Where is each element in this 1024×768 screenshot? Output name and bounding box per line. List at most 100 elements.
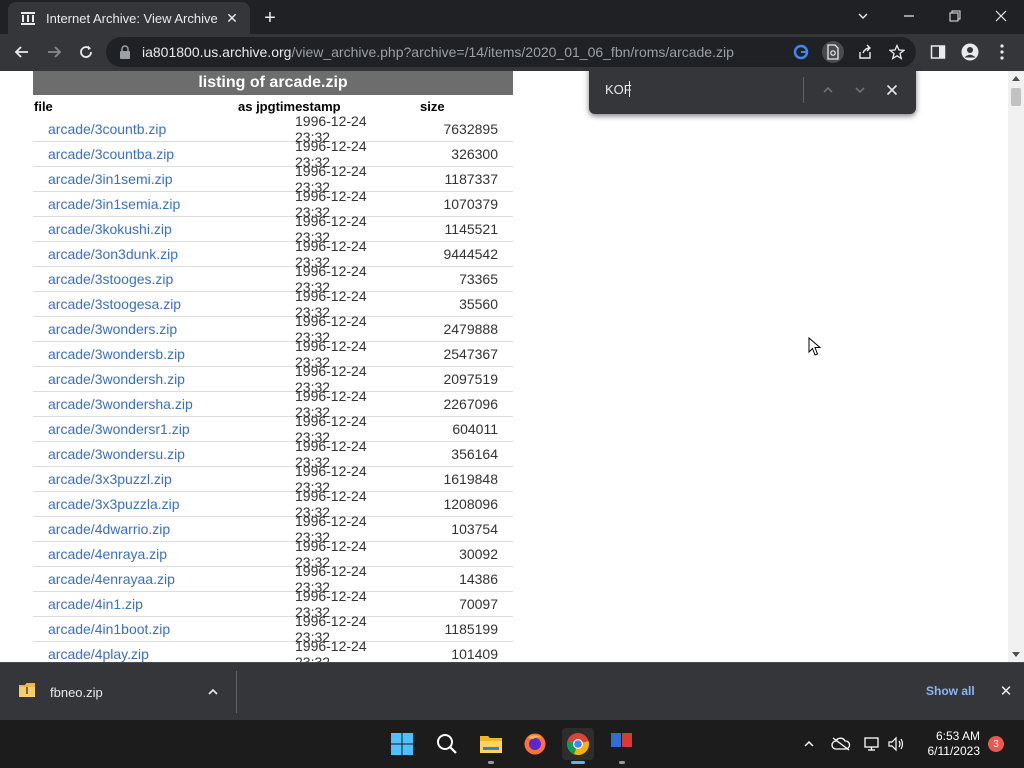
restore-button[interactable] (932, 0, 978, 32)
onedrive-offline-icon[interactable] (831, 734, 851, 754)
active-indicator (571, 761, 585, 764)
archive-listing-table: listing of arcade.zip file as jpgtimesta… (33, 71, 513, 662)
system-clock[interactable]: 6:53 AM 6/11/2023 (916, 729, 981, 759)
table-body: arcade/3countb.zip 1996-12-24 23:32 763289… (33, 113, 513, 662)
table-row: arcade/3stoogesa.zip 1996-12-24 23:32 3556… (33, 288, 513, 320)
menu-kebab-icon[interactable] (990, 40, 1014, 64)
table-row: arcade/4in1boot.zip 1996-12-24 23:32 11851… (33, 613, 513, 645)
download-item[interactable]: fbneo.zip (18, 682, 103, 703)
firefox-icon[interactable] (519, 728, 551, 760)
file-link[interactable]: arcade/3wondersu.zip (33, 446, 295, 462)
profile-avatar-icon[interactable] (958, 40, 982, 64)
file-link[interactable]: arcade/3kokushi.zip (33, 221, 295, 237)
file-link[interactable]: arcade/4dwarrio.zip (33, 521, 295, 537)
forward-button[interactable] (40, 38, 68, 66)
file-link[interactable]: arcade/3wonders.zip (33, 321, 295, 337)
tab-search-icon[interactable] (840, 0, 886, 32)
table-row: arcade/3wondersr1.zip 1996-12-24 23:32 604… (33, 413, 513, 445)
shelf-divider (236, 671, 237, 713)
download-file-name: fbneo.zip (50, 685, 103, 700)
find-bar: KOF (589, 67, 916, 114)
file-link[interactable]: arcade/4in1.zip (33, 596, 295, 612)
volume-icon[interactable] (886, 734, 906, 754)
file-explorer-icon[interactable] (475, 728, 507, 764)
table-row: arcade/3in1semi.zip 1996-12-24 23:32 11873… (33, 163, 513, 195)
reload-button[interactable] (72, 38, 100, 66)
size-cell: 1619848 (443, 471, 498, 487)
file-link[interactable]: arcade/3on3dunk.zip (33, 246, 295, 262)
windows-taskbar: 6:53 AM 6/11/2023 3 (0, 720, 1024, 768)
size-cell: 14386 (459, 571, 498, 587)
bookmark-star-icon[interactable] (886, 41, 908, 63)
close-window-button[interactable] (978, 0, 1024, 32)
file-link[interactable]: arcade/4enraya.zip (33, 546, 295, 562)
back-button[interactable] (8, 38, 36, 66)
scroll-up-arrow-icon[interactable] (1012, 76, 1020, 81)
windows-start-icon[interactable] (386, 728, 418, 760)
minimize-button[interactable] (886, 0, 932, 32)
close-icon (886, 84, 898, 96)
scroll-down-arrow-icon[interactable] (1012, 652, 1020, 657)
file-link[interactable]: arcade/3x3puzzl.zip (33, 471, 295, 487)
table-row: arcade/3wondersha.zip 1996-12-24 23:32 226… (33, 388, 513, 420)
find-in-page-icon[interactable] (822, 41, 844, 63)
file-link[interactable]: arcade/4enrayaa.zip (33, 571, 295, 587)
table-row: arcade/3x3puzzl.zip 1996-12-24 23:32 16198… (33, 463, 513, 495)
find-previous-button[interactable] (817, 79, 839, 101)
file-link[interactable]: arcade/3stooges.zip (33, 271, 295, 287)
clock-date: 6/11/2023 (927, 744, 981, 758)
show-all-downloads-link[interactable]: Show all (926, 684, 975, 698)
notification-badge[interactable]: 3 (988, 736, 1004, 752)
find-input[interactable]: KOF (605, 82, 632, 97)
browser-tab[interactable]: Internet Archive: View Archive ✕ (8, 2, 250, 34)
size-cell: 2267096 (443, 396, 498, 412)
search-icon[interactable] (431, 728, 463, 760)
download-shelf: fbneo.zip Show all ✕ (0, 662, 1024, 720)
size-cell: 1145521 (444, 221, 498, 237)
file-link[interactable]: arcade/3wondersh.zip (33, 371, 295, 387)
show-hidden-icons-chevron-icon[interactable] (799, 734, 819, 754)
address-bar[interactable]: ia801800.us.archive.org/view_archive.php… (106, 37, 916, 67)
scrollbar-thumb[interactable] (1011, 88, 1021, 106)
size-cell: 2097519 (443, 371, 498, 387)
file-link[interactable]: arcade/3countba.zip (33, 146, 295, 162)
size-cell: 326300 (451, 146, 498, 162)
archive-favicon-icon (20, 10, 36, 26)
file-link[interactable]: arcade/4play.zip (33, 646, 295, 662)
download-options-button[interactable] (204, 683, 222, 701)
table-row: arcade/4enrayaa.zip 1996-12-24 23:32 14386 (33, 563, 513, 595)
page-scrollbar[interactable] (1008, 71, 1024, 662)
running-indicator (488, 761, 494, 764)
size-cell: 1208096 (443, 496, 498, 512)
chrome-icon[interactable] (562, 728, 594, 764)
close-shelf-icon[interactable]: ✕ (998, 683, 1014, 700)
google-icon[interactable] (790, 41, 812, 63)
size-cell: 2479888 (443, 321, 498, 337)
network-icon[interactable] (862, 734, 882, 754)
mouse-pointer-icon (808, 336, 822, 357)
file-link[interactable]: arcade/3wondersha.zip (33, 396, 295, 412)
table-row: arcade/4enraya.zip 1996-12-24 23:32 30092 (33, 538, 513, 570)
file-link[interactable]: arcade/3countb.zip (33, 121, 295, 137)
column-header-size: size (420, 98, 445, 114)
file-link[interactable]: arcade/3in1semia.zip (33, 196, 295, 212)
file-link[interactable]: arcade/4in1boot.zip (33, 621, 295, 637)
new-tab-button[interactable]: + (258, 6, 282, 30)
size-cell: 101409 (451, 646, 498, 662)
find-next-button[interactable] (849, 79, 871, 101)
file-link[interactable]: arcade/3in1semi.zip (33, 171, 295, 187)
file-link[interactable]: arcade/3x3puzzla.zip (33, 496, 295, 512)
table-row: arcade/3wondersu.zip 1996-12-24 23:32 3561… (33, 438, 513, 470)
file-link[interactable]: arcade/3stoogesa.zip (33, 296, 295, 312)
find-close-button[interactable] (881, 79, 903, 101)
file-link[interactable]: arcade/3wondersb.zip (33, 346, 295, 362)
fbneo-app-icon[interactable] (606, 728, 638, 764)
back-arrow-icon (14, 46, 28, 58)
share-icon[interactable] (854, 41, 876, 63)
table-row: arcade/3x3puzzla.zip 1996-12-24 23:32 1208… (33, 488, 513, 520)
side-panel-icon[interactable] (926, 40, 950, 64)
table-row: arcade/3stooges.zip 1996-12-24 23:32 73365 (33, 263, 513, 295)
tab-close-icon[interactable]: ✕ (222, 8, 242, 28)
file-link[interactable]: arcade/3wondersr1.zip (33, 421, 295, 437)
size-cell: 1185199 (444, 621, 498, 637)
